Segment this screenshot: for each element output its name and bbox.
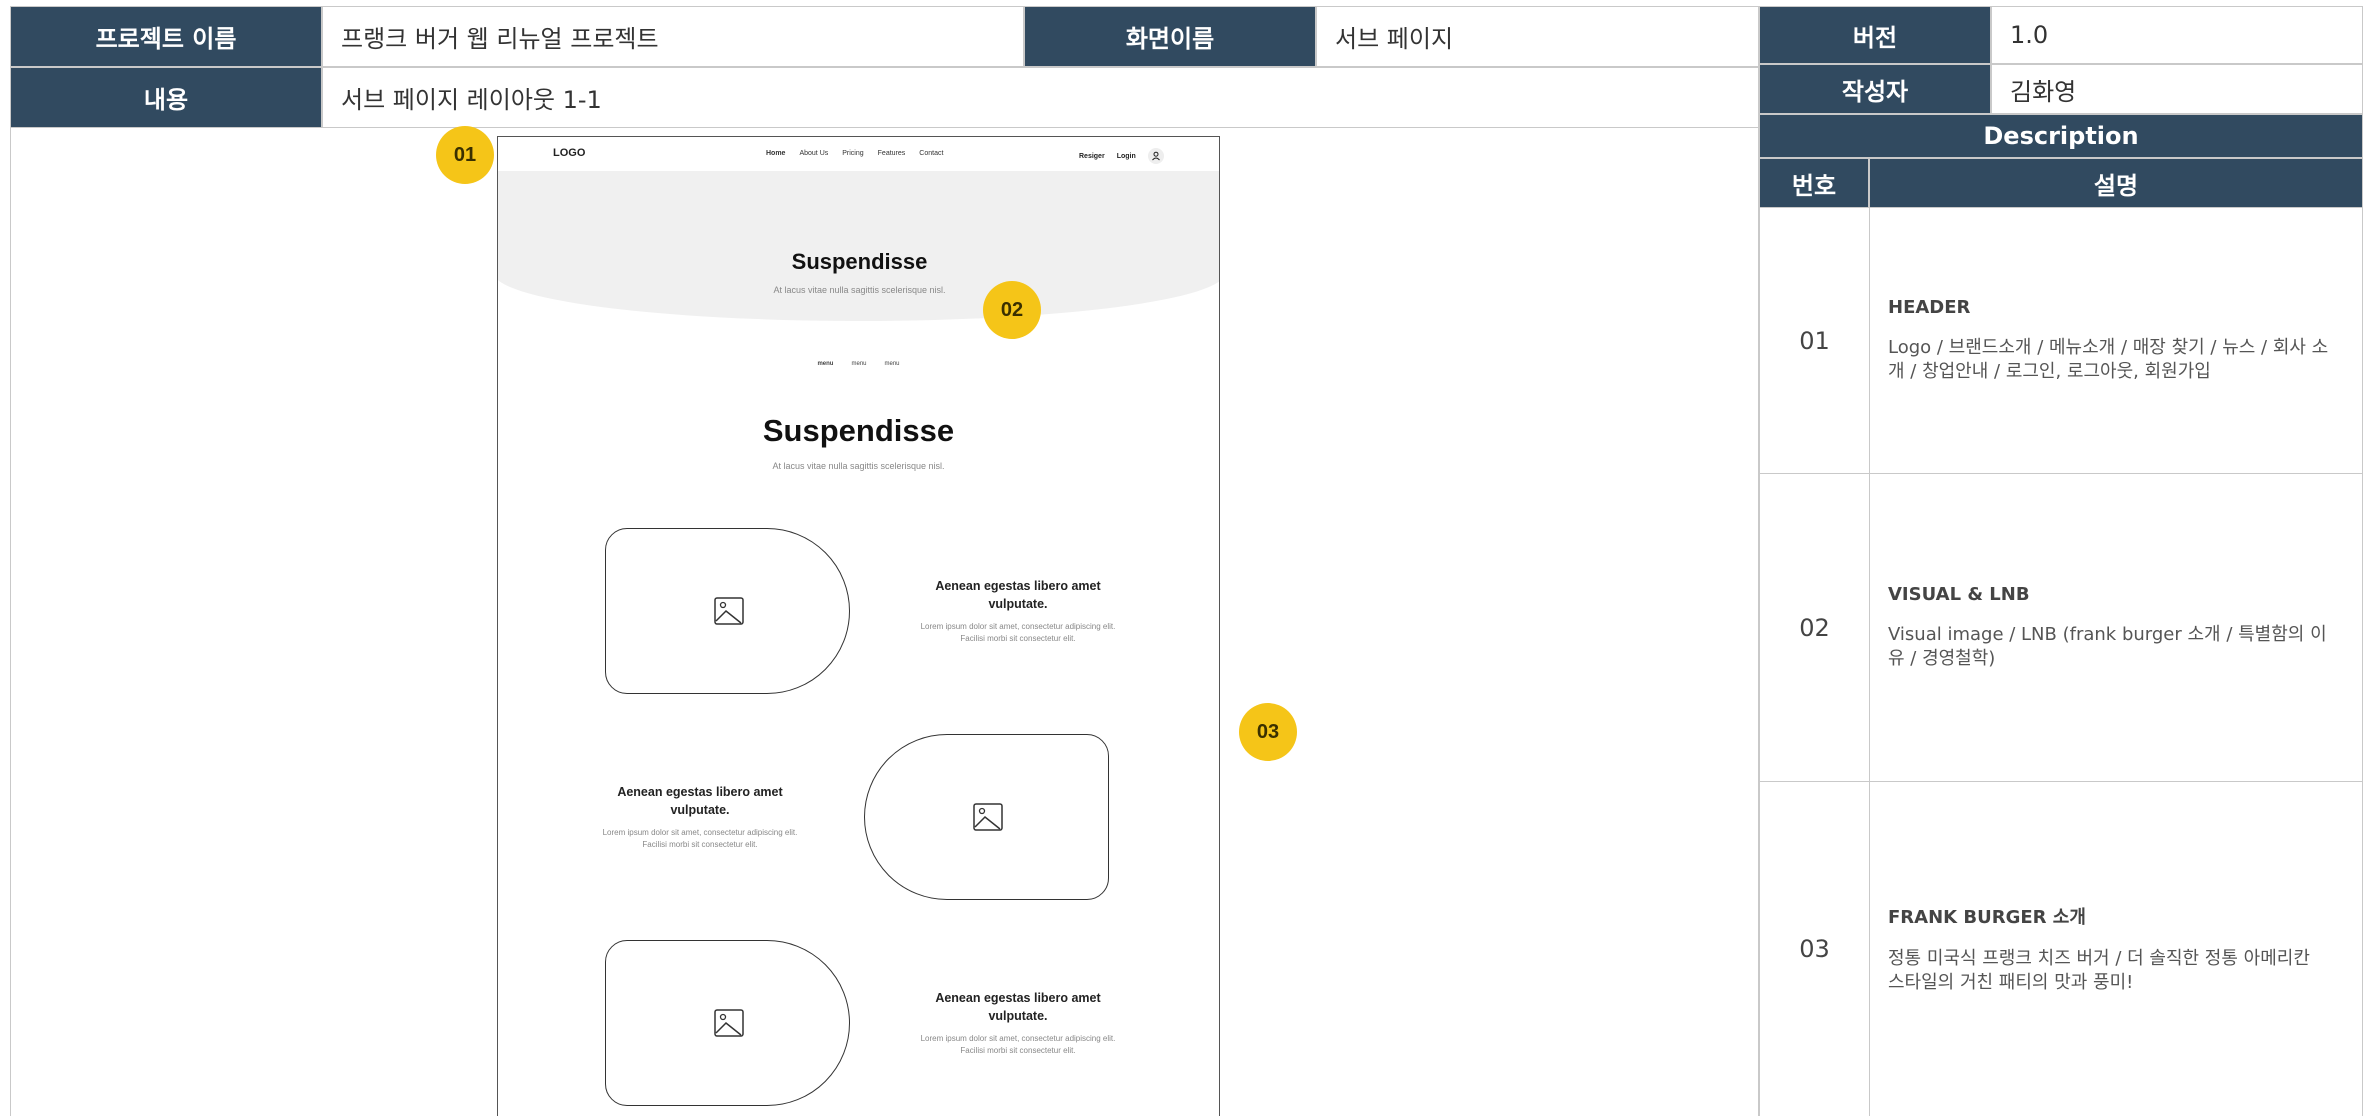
- image-icon: [714, 1009, 744, 1037]
- lnb-menu: menu menu menu: [498, 361, 1219, 367]
- visual-banner: Suspendisse At lacus vitae nulla sagitti…: [498, 171, 1219, 321]
- desc-row-title: HEADER: [1888, 297, 1971, 318]
- feature-title: Aenean egestas libero amet vulputate.: [935, 579, 1101, 611]
- desc-row: 03 FRANK BURGER 소개 정통 미국식 프랭크 치즈 버거 / 더 …: [1759, 782, 2363, 1116]
- feature-text: Aenean egestas libero amet vulputate. Lo…: [918, 989, 1118, 1057]
- desc-row-title: FRANK BURGER 소개: [1888, 907, 2086, 928]
- description-title: Description: [1759, 114, 2363, 158]
- mockup-nav: Home About Us Pricing Features Contact: [766, 150, 943, 157]
- section-subtitle: At lacus vitae nulla sagittis scelerisqu…: [772, 461, 945, 471]
- desc-row: 02 VISUAL & LNB Visual image / LNB (fran…: [1759, 474, 2363, 782]
- desc-row-number: 02: [1760, 474, 1870, 781]
- author-label: 작성자: [1759, 64, 1991, 114]
- visual-title: Suspendisse: [791, 249, 928, 274]
- lnb-item[interactable]: menu: [817, 361, 833, 367]
- desc-row-body: Logo / 브랜드소개 / 메뉴소개 / 매장 찾기 / 뉴스 / 회사 소개…: [1888, 337, 2329, 382]
- feature-text: Aenean egestas libero amet vulputate. Lo…: [600, 783, 800, 851]
- content-label: 내용: [10, 67, 322, 128]
- feature-text: Aenean egestas libero amet vulputate. Lo…: [918, 577, 1118, 645]
- feature-desc: Lorem ipsum dolor sit amet, consectetur …: [920, 1034, 1116, 1055]
- image-icon: [714, 597, 744, 625]
- desc-row-title: VISUAL & LNB: [1888, 584, 2030, 605]
- col-number-header: 번호: [1759, 158, 1869, 208]
- badge-03: 03: [1239, 703, 1297, 761]
- desc-row-body: Visual image / LNB (frank burger 소개 / 특별…: [1888, 624, 2327, 669]
- feature-desc: Lorem ipsum dolor sit amet, consectetur …: [602, 828, 798, 849]
- register-link[interactable]: Resiger: [1079, 153, 1105, 160]
- nav-item-home[interactable]: Home: [766, 150, 785, 157]
- feature-desc: Lorem ipsum dolor sit amet, consectetur …: [920, 622, 1116, 643]
- visual-subtitle: At lacus vitae nulla sagittis scelerisqu…: [773, 285, 946, 295]
- feature-title: Aenean egestas libero amet vulputate.: [617, 785, 783, 817]
- nav-item-pricing[interactable]: Pricing: [842, 150, 863, 157]
- screen-name-label: 화면이름: [1024, 6, 1316, 67]
- feature-image-placeholder: [605, 940, 850, 1106]
- screen-name-value: 서브 페이지: [1316, 6, 1759, 67]
- feature-image-placeholder: [864, 734, 1109, 900]
- content-value: 서브 페이지 레이아웃 1-1: [322, 67, 1759, 128]
- feature-title: Aenean egestas libero amet vulputate.: [935, 991, 1101, 1023]
- desc-row-body: 정통 미국식 프랭크 치즈 버거 / 더 솔직한 정통 아메리칸 스타일의 거친…: [1888, 948, 2310, 993]
- lnb-item[interactable]: menu: [885, 361, 900, 367]
- desc-row: 01 HEADER Logo / 브랜드소개 / 메뉴소개 / 매장 찾기 / …: [1759, 208, 2363, 474]
- wireframe-mockup: Suspendisse At lacus vitae nulla sagitti…: [497, 136, 1220, 1116]
- project-name-label: 프로젝트 이름: [10, 6, 322, 67]
- feature-image-placeholder: [605, 528, 850, 694]
- user-icon[interactable]: [1147, 148, 1164, 164]
- login-link[interactable]: Login: [1117, 153, 1136, 160]
- mockup-logo: LOGO: [553, 147, 586, 159]
- nav-item-features[interactable]: Features: [878, 150, 906, 157]
- desc-row-number: 01: [1760, 208, 1870, 473]
- mockup-header: LOGO Home About Us Pricing Features Cont…: [498, 137, 1219, 173]
- lnb-item[interactable]: menu: [851, 361, 866, 367]
- author-value: 김화영: [1991, 64, 2363, 114]
- section-title: Suspendisse: [762, 413, 955, 448]
- image-icon: [973, 803, 1003, 831]
- version-label: 버전: [1759, 6, 1991, 64]
- col-desc-header: 설명: [1869, 158, 2363, 208]
- desc-row-number: 03: [1760, 782, 1870, 1116]
- nav-item-contact[interactable]: Contact: [919, 150, 943, 157]
- badge-02: 02: [983, 281, 1041, 339]
- project-name-value: 프랭크 버거 웹 리뉴얼 프로젝트: [322, 6, 1024, 67]
- version-value: 1.0: [1991, 6, 2363, 64]
- nav-item-about[interactable]: About Us: [799, 150, 828, 157]
- badge-01: 01: [436, 126, 494, 184]
